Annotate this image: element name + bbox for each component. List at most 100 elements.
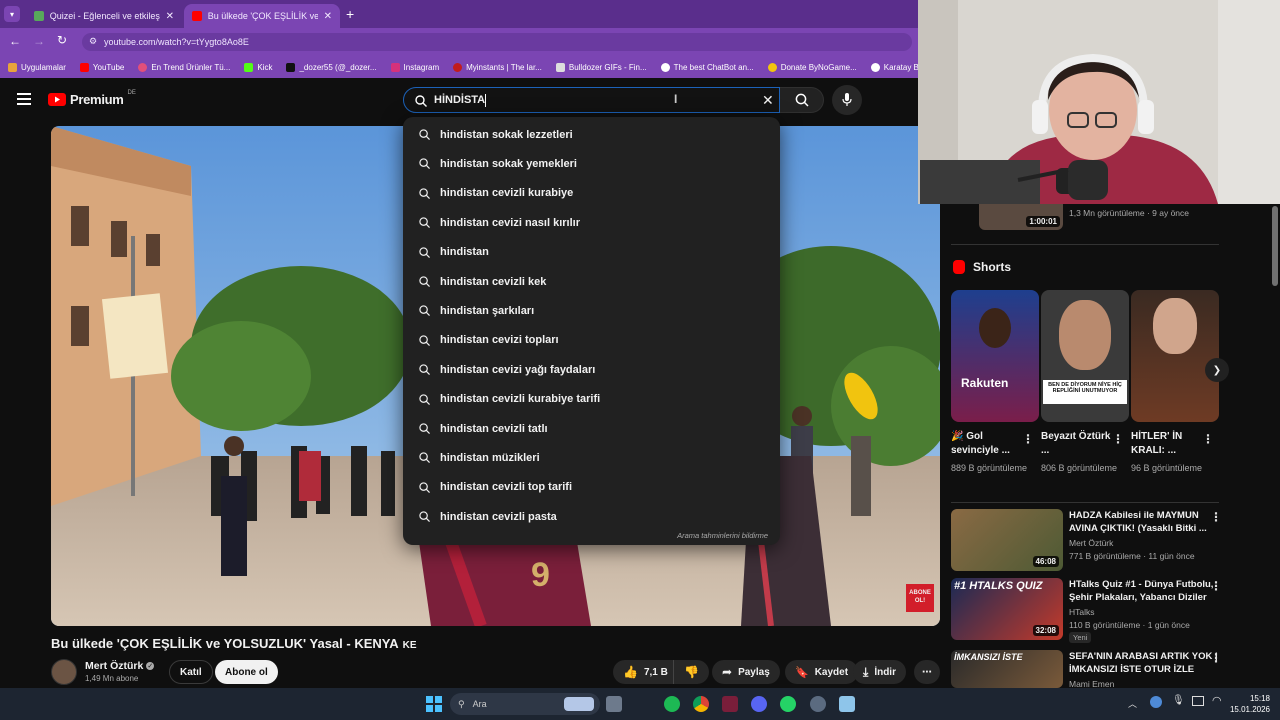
player-head [979, 308, 1011, 348]
search-suggestion-item[interactable]: hindistan cevizli tatlı [403, 414, 780, 443]
bookmark-bynogame[interactable]: Donate ByNoGame... [767, 62, 857, 72]
quizei-favicon-icon [34, 11, 44, 21]
join-button[interactable]: Katıl [169, 660, 213, 684]
forward-arrow-icon[interactable]: → [33, 34, 45, 48]
clear-search-icon[interactable]: ✕ [762, 92, 774, 109]
more-actions-button[interactable]: ⋯ [914, 660, 940, 684]
recommended-video[interactable]: 46:08 HADZA Kabilesi ile MAYMUN AVINA ÇI… [951, 509, 1271, 571]
short-menu-icon[interactable]: ⋮ [1112, 432, 1124, 446]
bookmark-trend[interactable]: En Trend Ürünler Tü... [138, 62, 230, 72]
short-card[interactable]: Rakuten 🎉 Gol sevinciyle ... 889 B görün… [951, 290, 1039, 475]
voice-search-button[interactable] [832, 85, 862, 115]
taskbar-search[interactable]: ⚲ Ara [450, 693, 600, 715]
like-button[interactable]: 👍 7,1 B [613, 660, 680, 684]
search-suggestions-dropdown: hindistan sokak lezzetleri hindistan soka… [403, 117, 780, 545]
microphone-icon[interactable]: 🎙 [1172, 695, 1185, 706]
app-icon[interactable] [722, 696, 738, 712]
recommended-video[interactable]: #1 HTALKS QUIZ 32:08 HTalks Quiz #1 - Dü… [951, 578, 1271, 643]
more-horizontal-icon: ⋯ [922, 666, 932, 678]
search-suggestion-item[interactable]: hindistan cevizli top tarifi [403, 473, 780, 502]
windows-start-icon[interactable] [426, 696, 442, 712]
bookmark-myinstants[interactable]: Myinstants | The lar... [453, 62, 542, 72]
tab-list-chevron-icon[interactable]: ▾ [4, 6, 20, 22]
page-scrollbar[interactable] [1272, 204, 1278, 688]
short-card[interactable]: HİTLER' İN KRALI: ... 96 B görüntüleme [1131, 290, 1219, 475]
shorts-next-button[interactable]: ❯ [1205, 358, 1229, 382]
video-menu-icon[interactable]: ⋮ [1210, 510, 1222, 524]
bookmark-youtube[interactable]: YouTube [79, 62, 124, 72]
download-button[interactable]: ⤓ İndir [853, 660, 906, 684]
bookmark-bulldozer[interactable]: Bulldozer GIFs - Fin... [555, 62, 647, 72]
chrome-icon[interactable] [693, 696, 709, 712]
suggestion-text: hindistan müzikleri [440, 451, 540, 464]
tray-chevron-icon[interactable]: ︿ [1128, 697, 1137, 710]
task-view-icon[interactable] [606, 696, 622, 712]
site-info-icon[interactable]: ⚙ [89, 36, 97, 47]
video-menu-icon[interactable]: ⋮ [1210, 651, 1222, 665]
search-suggestion-item[interactable]: hindistan cevizli kurabiye [403, 179, 780, 208]
clock[interactable]: 15:18 15.01.2026 [1226, 693, 1270, 715]
search-suggestion-item[interactable]: hindistan müzikleri [403, 443, 780, 472]
thumbs-down-icon: 👎 [684, 665, 699, 679]
shorts-title: Shorts [973, 260, 1012, 274]
bookmark-kick[interactable]: Kick [244, 62, 272, 72]
url-field[interactable]: ⚙ youtube.com/watch?v=tYygto8Ao8E [82, 33, 912, 51]
short-menu-icon[interactable]: ⋮ [1022, 432, 1034, 446]
short-menu-icon[interactable]: ⋮ [1202, 432, 1214, 446]
video-menu-icon[interactable]: ⋮ [1210, 579, 1222, 593]
whatsapp-icon[interactable] [780, 696, 796, 712]
search-icon [419, 335, 430, 346]
search-suggestion-item[interactable]: hindistan cevizli kek [403, 267, 780, 296]
wifi-icon[interactable]: ◠ [1212, 694, 1222, 707]
bookmark-apps[interactable]: Uygulamalar [8, 62, 66, 72]
video-thumbnail: 1:00:01 [979, 204, 1063, 230]
search-suggestion-item[interactable]: hindistan cevizi topları [403, 326, 780, 355]
like-count: 7,1 B [643, 666, 668, 678]
search-button[interactable] [780, 87, 824, 113]
subscribe-button[interactable]: Abone ol [215, 660, 278, 684]
search-input[interactable]: HİNDİSTA I ✕ [403, 87, 780, 113]
sidebar-top-item[interactable]: 1:00:01 1,3 Mn görüntüleme · 9 ay önce [951, 204, 1271, 230]
youtube-premium-logo[interactable]: Premium DE [48, 90, 136, 107]
svg-text:9: 9 [531, 556, 550, 594]
bookmark-karatay[interactable]: Karatay Beledi [870, 62, 918, 72]
search-icon [419, 276, 430, 287]
bookmark-tiktok[interactable]: _dozer55 (@_dozer... [286, 62, 377, 72]
short-title: Beyazıt Öztürk ... [1041, 431, 1111, 456]
report-predictions-link[interactable]: Arama tahminlerini bildirme [677, 531, 768, 540]
search-suggestion-item[interactable]: hindistan cevizli kurabiye tarifi [403, 385, 780, 414]
discord-icon[interactable] [751, 696, 767, 712]
search-suggestion-item[interactable]: hindistan cevizi nasıl kırılır [403, 208, 780, 237]
reload-icon[interactable]: ↻ [57, 33, 67, 47]
network-icon[interactable] [1150, 696, 1162, 708]
menu-hamburger-icon[interactable] [17, 93, 31, 105]
share-button[interactable]: ➦ Paylaş [712, 660, 780, 684]
back-arrow-icon[interactable]: ← [9, 34, 21, 48]
search-suggestion-item[interactable]: hindistan şarkıları [403, 296, 780, 325]
steam-icon[interactable] [810, 696, 826, 712]
search-suggestion-item[interactable]: hindistan sokak yemekleri [403, 149, 780, 178]
search-icon [419, 452, 430, 464]
subscribe-watermark[interactable]: ABONE OL! [906, 589, 934, 605]
close-tab-icon[interactable]: ✕ [166, 11, 174, 22]
channel-avatar[interactable] [51, 659, 77, 685]
search-suggestion-item[interactable]: hindistan [403, 238, 780, 267]
display-icon[interactable] [1192, 696, 1204, 706]
bookmark-instagram[interactable]: Instagram [390, 62, 439, 72]
spotify-icon[interactable] [664, 696, 680, 712]
bookmark-chatbot[interactable]: The best ChatBot an... [660, 62, 754, 72]
new-tab-icon[interactable]: + [346, 6, 354, 22]
scrollbar-thumb[interactable] [1272, 206, 1278, 286]
short-card[interactable]: BEN DE DİYORUM NİYE HİÇ REPLİĞİNİ UNUTMU… [1041, 290, 1129, 475]
search-suggestion-item[interactable]: hindistan cevizi yağı faydaları [403, 355, 780, 384]
clock-time: 15:18 [1249, 694, 1270, 703]
search-suggestion-item[interactable]: hindistan cevizli pasta [403, 502, 780, 531]
notepad-icon[interactable] [839, 696, 855, 712]
channel-name[interactable]: Mert Öztürk [85, 660, 143, 672]
browser-tab-quizei[interactable]: Quizei - Eğlenceli ve etkileşimli ✕ [26, 4, 182, 28]
dislike-button[interactable]: 👎 [673, 660, 709, 684]
save-button[interactable]: 🔖 Kaydet [785, 660, 859, 684]
search-suggestion-item[interactable]: hindistan sokak lezzetleri [403, 120, 780, 149]
browser-tab-youtube[interactable]: Bu ülkede 'ÇOK EŞLİLİK ve YOL ✕ [184, 4, 340, 28]
close-tab-icon[interactable]: ✕ [324, 11, 332, 22]
